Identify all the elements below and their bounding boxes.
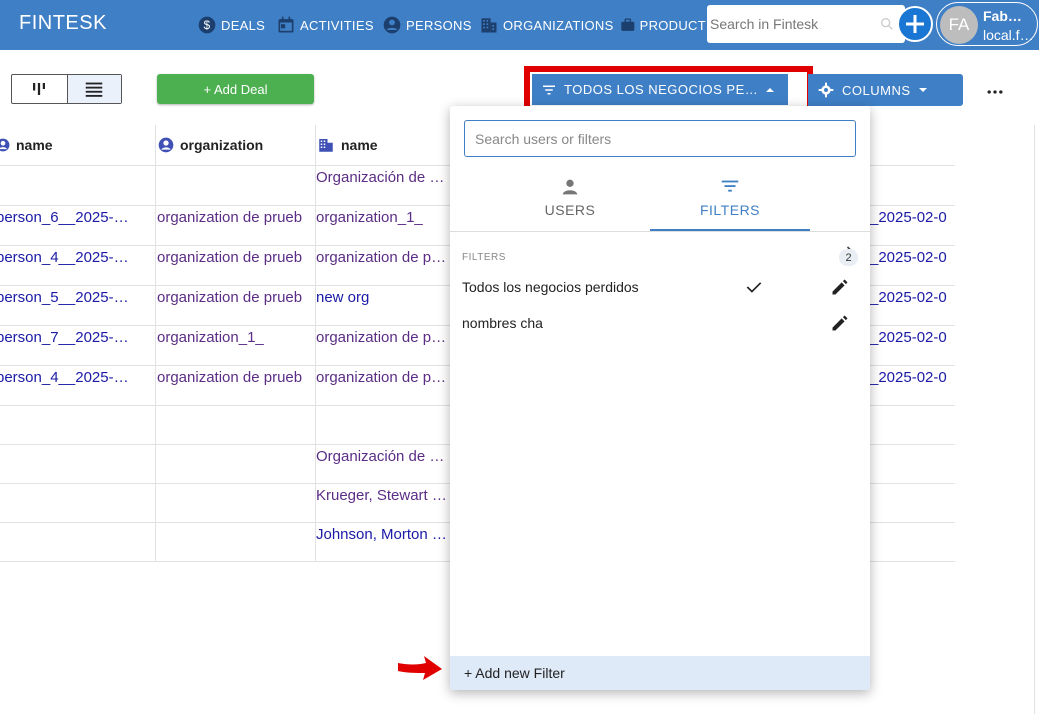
avatar: FA (940, 6, 978, 44)
table-cell-date[interactable]: _2025-02-0 (870, 357, 956, 397)
filter-item[interactable]: nombres cha (450, 305, 870, 341)
table-cell-organization[interactable]: organization de prueb (157, 357, 314, 397)
person-icon (383, 16, 401, 34)
list-view-button[interactable] (66, 75, 121, 103)
pencil-icon[interactable] (830, 313, 850, 333)
content-border (1034, 125, 1035, 714)
nav-organizations[interactable]: ORGANIZATIONS (479, 13, 614, 37)
table-cell-person[interactable]: person_4__2025-… (0, 237, 142, 277)
column-header-label: name (16, 137, 53, 153)
building-icon (481, 18, 497, 33)
filter-search (464, 120, 856, 157)
table-cell-date[interactable]: _2025-02-0 (870, 277, 956, 317)
filter-selector-label: TODOS LOS NEGOCIOS PE… (564, 82, 759, 97)
table-cell-org-name[interactable]: organization_1_ (316, 197, 456, 237)
building-icon (319, 139, 333, 152)
user-menu[interactable]: FA Fab… local.f… (936, 2, 1038, 46)
global-search (707, 5, 905, 43)
filter-search-input[interactable] (465, 121, 855, 156)
nav-activities[interactable]: ACTIVITIES (276, 13, 374, 37)
search-icon (881, 17, 893, 30)
table-cell-organization[interactable]: organization_1_ (157, 317, 314, 357)
table-cell-org-name[interactable]: Organización de … (316, 436, 456, 476)
quick-add-button[interactable] (897, 6, 933, 42)
filter-icon (721, 180, 739, 192)
add-new-filter-button[interactable]: + Add new Filter (450, 656, 870, 690)
top-app-bar: FINTESK $ DEALS ACTIVITIES PERSONS ORGAN… (0, 0, 1039, 50)
app-brand[interactable]: FINTESK (19, 12, 107, 35)
columns-label: COLUMNS (842, 82, 911, 98)
table-cell-organization[interactable]: organization de prueb (157, 277, 314, 317)
table-cell-org-name[interactable]: organization de p… (316, 317, 456, 357)
calendar-icon (278, 16, 294, 33)
filter-item-label: nombres cha (462, 315, 543, 331)
dropdown-tabs: USERS FILTERS (450, 164, 870, 258)
table-cell-person[interactable]: person_4__2025-… (0, 357, 142, 397)
table-cell-person[interactable]: person_7__2025-… (0, 317, 142, 357)
user-domain: local.f… (983, 27, 1034, 43)
svg-text:$: $ (204, 19, 211, 32)
tab-filters[interactable]: FILTERS (650, 164, 810, 231)
column-header-organization[interactable]: organization (158, 125, 263, 165)
briefcase-icon (621, 18, 635, 31)
nav-persons-label: PERSONS (406, 17, 472, 33)
column-divider (155, 125, 156, 561)
caret-down-icon (918, 88, 927, 92)
table-cell-person[interactable]: person_5__2025-… (0, 277, 142, 317)
filters-section-label: FILTERS (462, 252, 506, 263)
user-name: Fab… (983, 8, 1022, 24)
global-search-input[interactable] (707, 5, 905, 43)
table-cell-org-name[interactable]: Organización de … (316, 157, 456, 197)
table-cell-date[interactable]: _2025-02-0 (870, 237, 956, 277)
more-horizontal-icon (987, 90, 1003, 94)
table-cell-organization[interactable]: organization de prueb (157, 197, 314, 237)
nav-products-label: PRODUCT (639, 17, 706, 33)
person-icon (0, 138, 10, 152)
column-header-label: organization (180, 137, 264, 153)
annotation-arrow-icon (398, 656, 442, 680)
table-cell-date[interactable]: _2025-02-0 (870, 197, 956, 237)
nav-deals[interactable]: $ DEALS (197, 13, 265, 37)
filter-icon (543, 85, 555, 94)
list-icon (86, 82, 103, 97)
filter-dropdown-panel: USERS FILTERS FILTERS 2 Todos los negoci… (450, 106, 870, 690)
column-header-label: name (341, 137, 378, 153)
nav-activities-label: ACTIVITIES (300, 17, 374, 33)
columns-button[interactable]: COLUMNS (808, 74, 963, 106)
filter-item-label: Todos los negocios perdidos (462, 279, 639, 295)
more-options-button[interactable] (983, 80, 1007, 104)
nav-persons[interactable]: PERSONS (382, 13, 472, 37)
table-cell-org-name[interactable]: organization de p… (316, 357, 456, 397)
tab-users[interactable]: USERS (490, 164, 650, 230)
person-icon (562, 179, 578, 195)
tab-filters-label: FILTERS (699, 202, 761, 218)
pipeline-icon (33, 83, 46, 95)
view-toggle (11, 74, 122, 104)
table-cell-org-name[interactable]: Krueger, Stewart … (316, 475, 456, 515)
check-icon (746, 282, 762, 293)
filters-count-badge: 2 (839, 249, 858, 266)
table-cell-organization[interactable]: organization de prueb (157, 237, 314, 277)
filter-item[interactable]: Todos los negocios perdidos (450, 269, 870, 305)
table-cell-org-name[interactable]: organization de p… (316, 237, 456, 277)
dollar-icon: $ (198, 16, 216, 34)
add-deal-button[interactable]: + Add Deal (157, 74, 314, 104)
table-cell-date[interactable]: _2025-02-0 (870, 317, 956, 357)
pencil-icon[interactable] (830, 277, 850, 297)
table-cell-person[interactable]: person_6__2025-… (0, 197, 142, 237)
column-header-person-name[interactable]: name (0, 125, 53, 165)
caret-up-icon (766, 87, 775, 92)
nav-products[interactable]: PRODUCT (620, 13, 706, 37)
table-cell-org-name[interactable]: Johnson, Morton … (316, 514, 456, 554)
filter-selector-button[interactable]: TODOS LOS NEGOCIOS PE… (532, 74, 788, 105)
table-cell-org-name[interactable]: new org (316, 277, 456, 317)
pipeline-view-button[interactable] (12, 75, 67, 103)
nav-organizations-label: ORGANIZATIONS (503, 17, 614, 33)
tab-users-label: USERS (544, 202, 596, 218)
nav-deals-label: DEALS (221, 17, 266, 33)
gear-icon (818, 82, 834, 98)
plus-icon (906, 15, 924, 33)
person-icon (158, 137, 174, 153)
